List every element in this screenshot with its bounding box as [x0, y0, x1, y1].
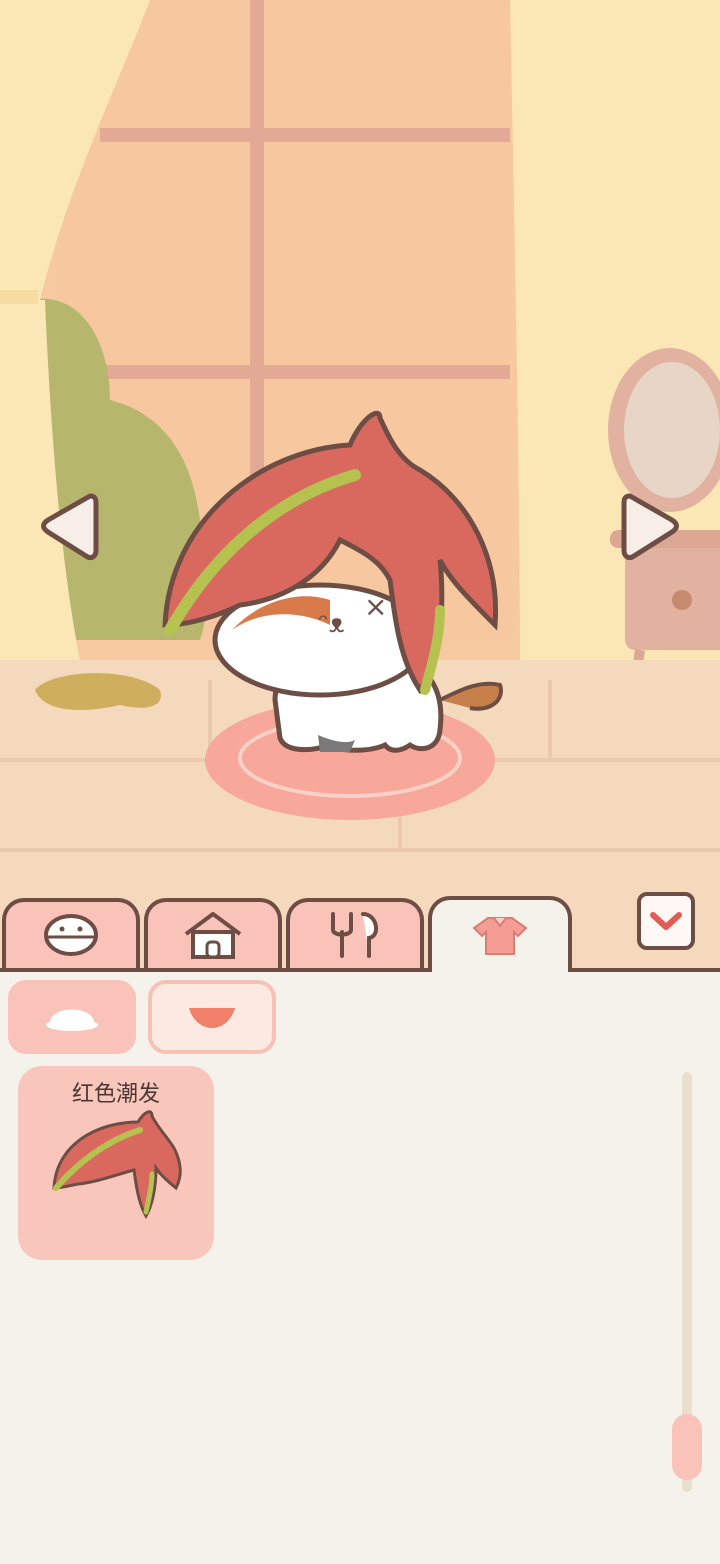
- svg-text:×: ×: [364, 590, 387, 623]
- scrollbar-thumb[interactable]: [672, 1414, 702, 1480]
- house-icon: [184, 912, 242, 959]
- subtab-collar[interactable]: [148, 980, 276, 1054]
- room-illustration: ᵔᴥ ×: [0, 0, 720, 970]
- fork-knife-icon: [331, 912, 379, 958]
- left-triangle-icon: [41, 493, 99, 561]
- svg-text:ᵔᴥ: ᵔᴥ: [318, 609, 345, 639]
- room-scene: ᵔᴥ ×: [0, 0, 720, 970]
- wardrobe-panel: 红色潮发: [0, 968, 720, 1564]
- chevron-down-icon: [650, 912, 682, 930]
- shirt-icon: [472, 917, 528, 955]
- red-hair-icon: [52, 1110, 182, 1219]
- collar-icon: [189, 1008, 235, 1028]
- hat-icon: [46, 1009, 98, 1031]
- category-tabs: [0, 890, 720, 972]
- tab-food[interactable]: [286, 898, 424, 968]
- tab-cat[interactable]: [2, 898, 140, 968]
- cat-face-icon: [44, 914, 98, 956]
- item-card-red-hair[interactable]: 红色潮发: [18, 1066, 214, 1260]
- collapse-panel-button[interactable]: [637, 892, 695, 950]
- tab-home[interactable]: [144, 898, 282, 968]
- subtab-hat[interactable]: [8, 980, 136, 1054]
- right-triangle-icon: [621, 493, 679, 561]
- tab-clothes[interactable]: [428, 896, 572, 972]
